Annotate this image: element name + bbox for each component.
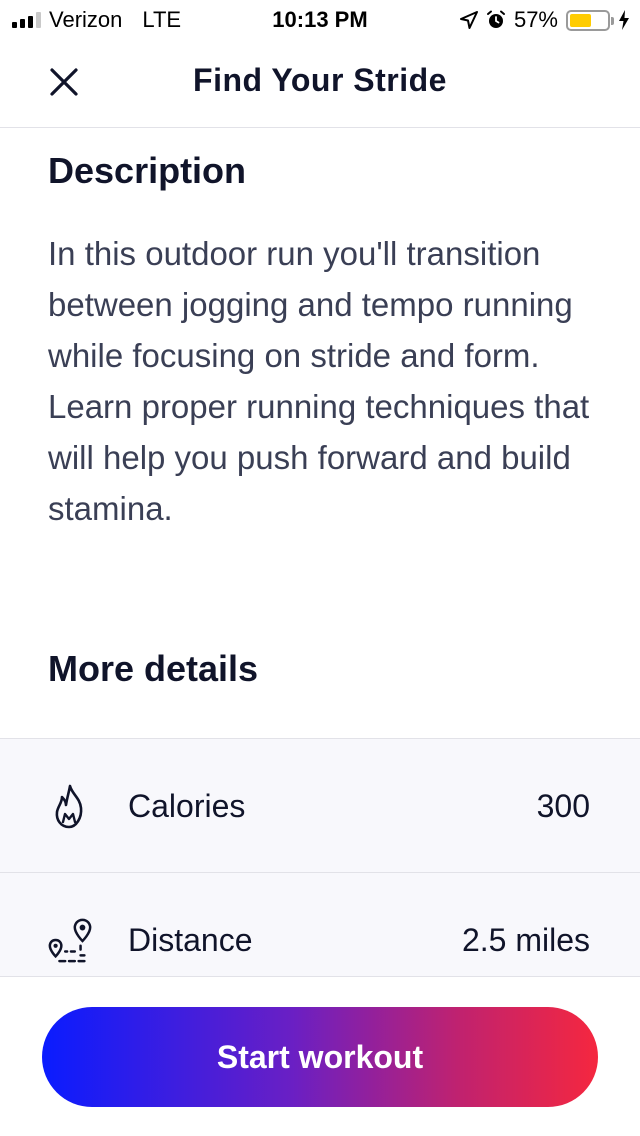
status-bar-right: 57%: [459, 7, 630, 33]
header: Find Your Stride: [0, 40, 640, 128]
start-workout-button[interactable]: Start workout: [42, 1007, 598, 1107]
location-arrow-icon: [459, 11, 478, 29]
battery-level-fill: [570, 13, 591, 27]
workout-detail-screen: Verizon LTE 10:13 PM 57% Find Your Strid…: [0, 0, 640, 1136]
more-details-heading: More details: [48, 648, 259, 689]
detail-value: 2.5 miles: [461, 922, 590, 958]
page-title: Find Your Stride: [193, 62, 447, 98]
route-distance-icon: [46, 917, 94, 965]
battery-percent: 57%: [513, 7, 558, 32]
description-text: In this outdoor run you'll transition be…: [48, 235, 590, 527]
detail-row-distance: Distance 2.5 miles: [0, 873, 640, 978]
battery-icon: [566, 9, 614, 31]
detail-value: 300: [536, 788, 590, 824]
flame-icon: [46, 783, 94, 831]
status-bar: Verizon LTE 10:13 PM 57%: [0, 0, 640, 40]
charging-bolt-icon: [619, 10, 629, 30]
description-heading: Description: [48, 150, 247, 191]
details-list: Calories 300 Distance 2.5 miles: [0, 738, 640, 978]
footer: Start workout: [0, 976, 640, 1136]
detail-row-calories: Calories 300: [0, 739, 640, 873]
alarm-icon: [486, 10, 505, 28]
detail-label: Distance: [128, 922, 253, 958]
detail-label: Calories: [128, 788, 246, 824]
